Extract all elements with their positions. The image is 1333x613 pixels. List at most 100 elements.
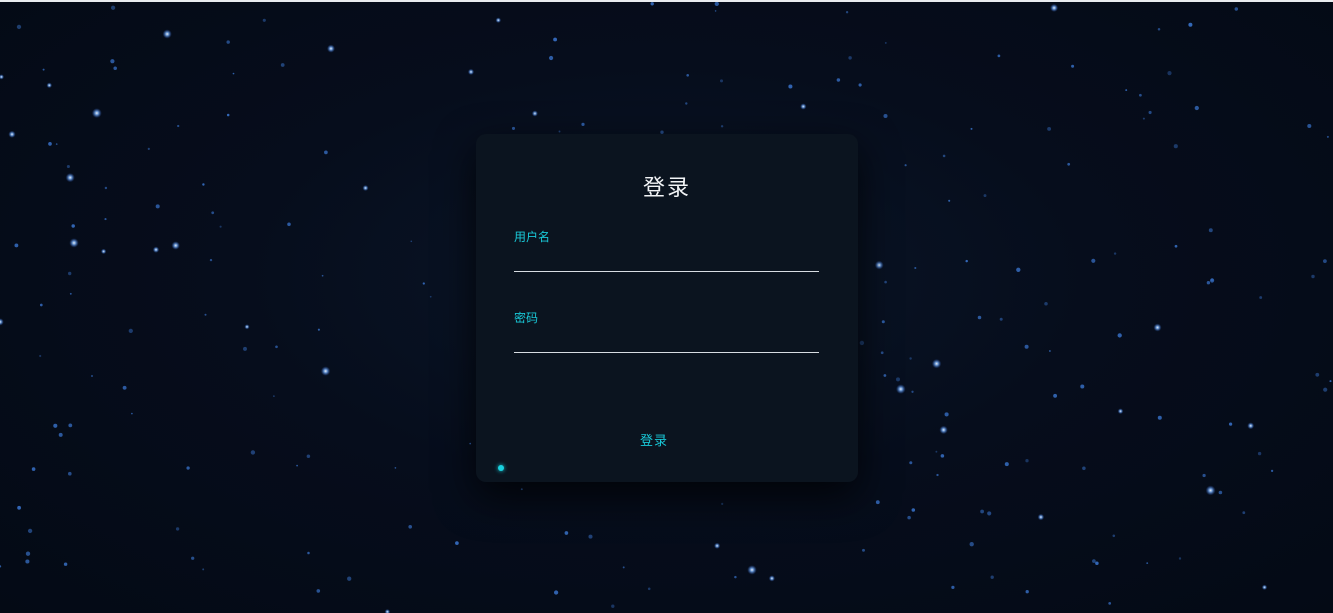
- star: [622, 566, 625, 569]
- star: [611, 604, 615, 608]
- star: [936, 473, 939, 477]
- star: [1047, 126, 1052, 131]
- star: [940, 454, 945, 458]
- star: [204, 313, 207, 316]
- star: [0, 74, 5, 80]
- star: [1188, 22, 1193, 27]
- star: [1194, 105, 1199, 111]
- star: [17, 505, 21, 510]
- star: [69, 238, 79, 248]
- star: [848, 56, 852, 60]
- star: [147, 147, 150, 151]
- star: [714, 542, 721, 549]
- star: [531, 110, 538, 117]
- star: [1218, 490, 1223, 495]
- star: [280, 63, 285, 67]
- star: [1228, 422, 1233, 426]
- star: [549, 55, 554, 61]
- star: [1242, 511, 1246, 515]
- star: [720, 125, 724, 128]
- star: [55, 143, 58, 145]
- star: [320, 366, 331, 376]
- star: [1148, 110, 1152, 115]
- star: [394, 467, 397, 469]
- star: [68, 423, 73, 428]
- star: [317, 328, 320, 331]
- star: [558, 130, 561, 133]
- star: [91, 108, 102, 119]
- star: [647, 587, 651, 591]
- star: [1323, 259, 1327, 263]
- star: [1167, 71, 1172, 76]
- star: [326, 44, 336, 53]
- star: [1178, 557, 1182, 560]
- star: [977, 315, 982, 320]
- star: [155, 204, 160, 209]
- star: [948, 199, 951, 202]
- star: [895, 384, 906, 394]
- username-input[interactable]: [514, 250, 819, 272]
- star: [455, 541, 459, 545]
- star: [1067, 162, 1071, 166]
- star: [1153, 323, 1162, 332]
- star: [944, 412, 949, 417]
- star: [884, 41, 887, 44]
- star: [1261, 584, 1268, 590]
- star: [469, 442, 472, 445]
- star: [714, 2, 719, 7]
- star: [997, 54, 1001, 58]
- star: [1082, 466, 1086, 471]
- star: [244, 324, 250, 330]
- star: [347, 576, 352, 581]
- star: [564, 531, 569, 535]
- star: [734, 575, 737, 579]
- star: [1049, 350, 1051, 352]
- star: [911, 390, 914, 393]
- star: [122, 385, 127, 390]
- star: [1112, 534, 1116, 538]
- star: [747, 565, 757, 575]
- star: [14, 243, 19, 248]
- star: [1208, 228, 1213, 233]
- star: [911, 508, 916, 512]
- star: [1146, 562, 1149, 564]
- star: [883, 113, 888, 119]
- star: [581, 122, 585, 127]
- star: [883, 374, 887, 377]
- star: [1125, 89, 1128, 92]
- password-input[interactable]: [514, 331, 819, 353]
- star: [287, 222, 291, 227]
- star: [1095, 561, 1099, 565]
- star: [588, 534, 593, 539]
- star: [1307, 123, 1312, 129]
- star: [1037, 513, 1045, 521]
- star: [951, 585, 955, 590]
- star: [714, 10, 717, 12]
- star: [1210, 278, 1215, 283]
- star: [1025, 590, 1029, 594]
- star: [162, 29, 172, 39]
- star: [25, 559, 30, 564]
- star: [969, 542, 974, 547]
- username-field: 用户名: [514, 230, 819, 272]
- star: [324, 150, 328, 155]
- star: [152, 246, 160, 253]
- star: [511, 126, 516, 130]
- star: [226, 40, 230, 44]
- star: [275, 345, 278, 349]
- star: [788, 84, 793, 89]
- star: [880, 351, 884, 355]
- star: [53, 423, 58, 428]
- star: [209, 258, 213, 262]
- star: [321, 274, 324, 277]
- star: [177, 124, 180, 128]
- star: [800, 103, 807, 110]
- star: [211, 211, 215, 215]
- login-button[interactable]: 登录: [624, 428, 684, 450]
- star: [896, 377, 900, 382]
- star: [1173, 144, 1178, 149]
- star: [520, 488, 523, 491]
- star: [307, 551, 310, 555]
- star: [104, 186, 108, 190]
- star: [27, 528, 33, 534]
